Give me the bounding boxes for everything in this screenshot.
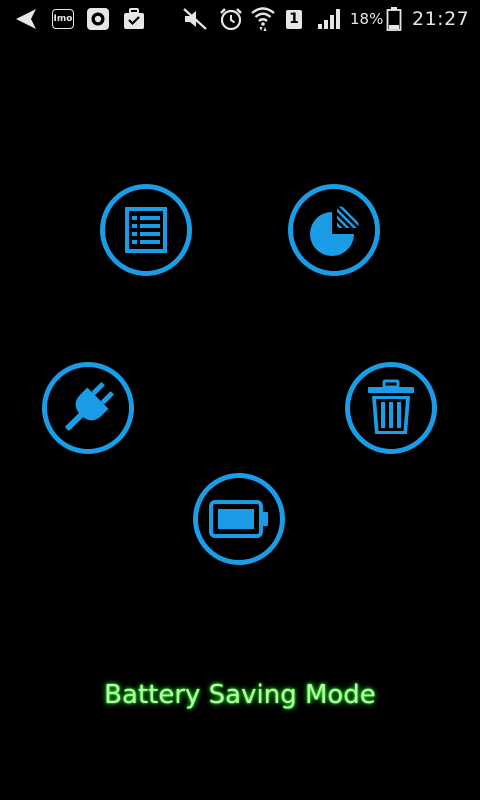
- alarm-icon: [218, 0, 244, 38]
- trash-icon: [368, 379, 414, 434]
- sim-1-badge: 1: [286, 9, 302, 29]
- battery-level-icon: [209, 500, 268, 538]
- task-list-button[interactable]: [100, 184, 192, 276]
- back-arrow-icon[interactable]: [12, 0, 40, 38]
- charging-button[interactable]: [42, 362, 134, 454]
- briefcase-icon: [122, 0, 146, 38]
- sim-1-icon: 1: [286, 0, 302, 38]
- battery-percent: 18%: [350, 0, 383, 38]
- wifi-icon: [250, 0, 276, 38]
- plug-icon: [65, 382, 114, 431]
- battery-saving-mode-label: Battery Saving Mode: [104, 680, 376, 710]
- target-icon: [86, 0, 110, 38]
- clock-time: 21:27: [412, 8, 470, 30]
- status-bar: Imo 1 18% 21:27: [0, 0, 480, 38]
- pie-chart-icon: [310, 206, 359, 256]
- battery-button[interactable]: [193, 473, 285, 565]
- clock: 21:27: [412, 0, 469, 38]
- imo-icon: Imo: [52, 0, 74, 38]
- battery-percent-text: 18%: [350, 10, 384, 28]
- signal-icon: [316, 0, 344, 38]
- cleaner-button[interactable]: [345, 362, 437, 454]
- list-icon: [125, 207, 167, 253]
- battery-icon: [386, 0, 402, 38]
- imo-label: Imo: [52, 9, 74, 29]
- usage-stats-button[interactable]: [288, 184, 380, 276]
- mute-icon: [182, 0, 208, 38]
